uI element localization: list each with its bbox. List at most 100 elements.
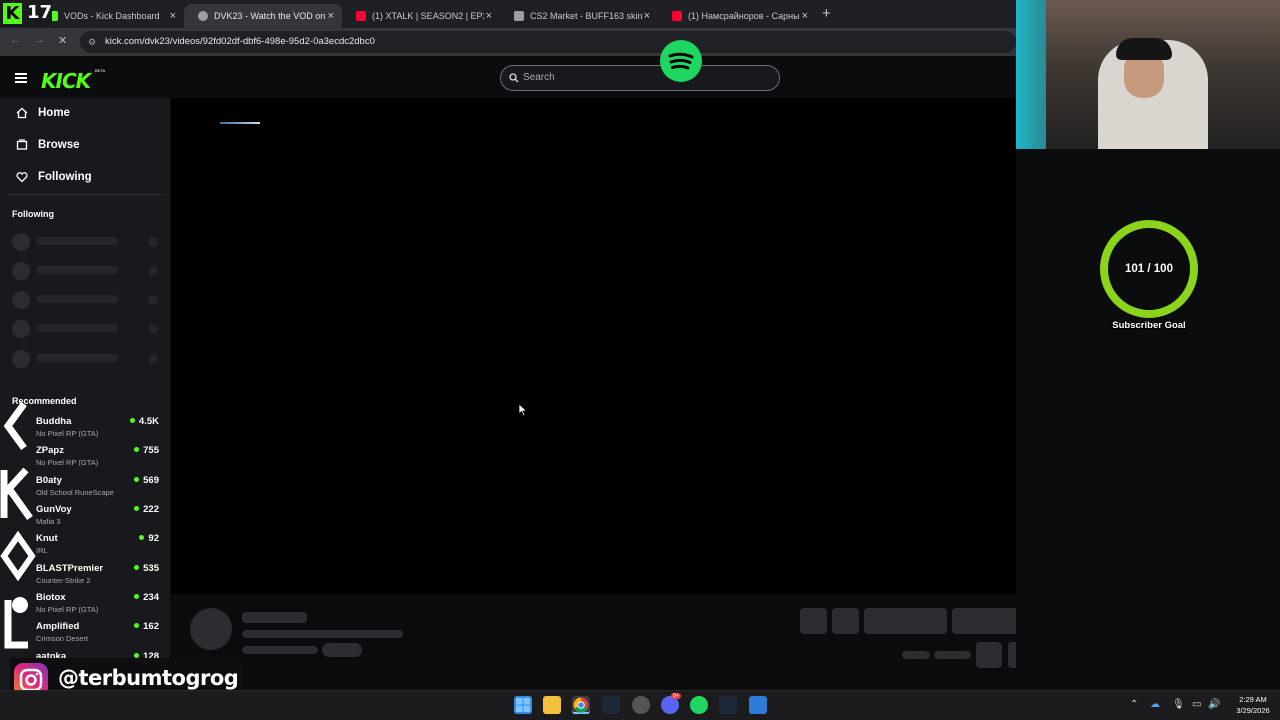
channel-category: No Pixel RP (GTA): [36, 605, 99, 614]
volume-icon[interactable]: 🔊: [1208, 699, 1220, 710]
tab-close-icon[interactable]: ×: [170, 10, 176, 22]
tab-title: DVK23 - Watch the VOD on Kick: [214, 11, 326, 21]
live-dot-icon: [139, 535, 145, 540]
skeleton-title: [242, 612, 307, 623]
channel-category: Mafia 3: [36, 517, 61, 526]
skeleton-button: [864, 608, 947, 634]
sidebar-item-browse[interactable]: Browse: [16, 139, 80, 151]
tab-title: VODs - Kick Dashboard: [64, 11, 160, 21]
new-tab-button[interactable]: +: [822, 5, 831, 22]
file-explorer-icon[interactable]: [543, 696, 561, 714]
viewer-count: 755: [134, 445, 159, 456]
skeleton-button: [832, 608, 859, 634]
channel-name: ZPapz: [36, 445, 64, 456]
steam-taskbar-icon[interactable]: [719, 696, 737, 714]
viewer-count-value: 222: [143, 504, 159, 515]
search-input[interactable]: Search: [500, 65, 780, 91]
tab-close-icon[interactable]: ×: [644, 10, 650, 22]
beta-badge: BETA: [95, 68, 106, 73]
live-dot-icon: [134, 565, 140, 570]
tab-title: (1) Намсрайноров - Сарны сар: [688, 11, 800, 21]
tab-youtube-xtalk[interactable]: (1) XTALK | SEASON2 | EP2 - DE ×: [342, 4, 500, 28]
viewer-count: 535: [134, 563, 159, 574]
overlay-counter: 17: [27, 2, 53, 23]
skeleton-dot: [148, 324, 158, 334]
app-window-icon[interactable]: [749, 696, 767, 714]
tab-close-icon[interactable]: ×: [328, 10, 334, 22]
menu-icon[interactable]: [15, 73, 27, 83]
tab-title: CS2 Market - BUFF163 skin trad: [530, 11, 642, 21]
viewer-count: 162: [134, 621, 159, 632]
microphone-icon[interactable]: 🎙: [1172, 699, 1185, 710]
skeleton-text: [36, 324, 118, 332]
obs-icon[interactable]: [632, 696, 650, 714]
skeleton-avatar: [12, 320, 30, 338]
tab-youtube-music[interactable]: (1) Намсрайноров - Сарны сар ×: [658, 4, 816, 28]
viewer-count-value: 535: [143, 563, 159, 574]
home-icon: [16, 107, 28, 119]
tab-vod-active[interactable]: DVK23 - Watch the VOD on Kick ×: [184, 4, 342, 28]
skeleton-avatar: [12, 233, 30, 251]
live-dot-icon: [134, 623, 140, 628]
skeleton-subtitle: [242, 630, 403, 638]
onedrive-icon[interactable]: ☁: [1150, 699, 1160, 710]
clock[interactable]: 2:29 AM 3/29/2026: [1228, 694, 1278, 716]
chrome-icon[interactable]: [572, 696, 590, 714]
subscriber-goal-count: 101 / 100: [1125, 263, 1173, 275]
site-info-icon[interactable]: ⚙: [88, 31, 96, 53]
tab-close-icon[interactable]: ×: [486, 10, 492, 22]
forward-arrow-icon[interactable]: →: [34, 34, 45, 46]
channel-category: No Pixel RP (GTA): [36, 429, 99, 438]
skeleton-button: [976, 642, 1002, 668]
tab-title: (1) XTALK | SEASON2 | EP2 - DE: [372, 11, 484, 21]
channel-name: B0aty: [36, 475, 62, 486]
channel-category: Counter-Strike 2: [36, 576, 91, 585]
sidebar-item-label: Home: [38, 107, 70, 119]
discord-badge: 9+: [671, 693, 682, 699]
kick-k-logo: K: [3, 3, 22, 24]
channel-name: Knut: [36, 533, 58, 544]
skeleton-dot: [148, 295, 158, 305]
url-text: kick.com/dvk23/videos/92fd02df-dbf6-498e…: [105, 36, 375, 47]
subscriber-goal-label: Subscriber Goal: [1112, 320, 1186, 331]
skeleton-stat: [902, 651, 930, 659]
viewer-count-value: 234: [143, 592, 159, 603]
instagram-handle: @terbumtogrog: [58, 666, 239, 690]
windows-start-icon[interactable]: [514, 696, 532, 714]
tab-close-icon[interactable]: ×: [802, 10, 808, 22]
tray-chevron-icon[interactable]: ⌃: [1130, 699, 1138, 710]
video-player[interactable]: [171, 98, 1053, 594]
skeleton-text: [36, 354, 118, 362]
skeleton-avatar: [12, 291, 30, 309]
browser-tab-strip: VODs - Kick Dashboard × DVK23 - Watch th…: [0, 0, 1016, 28]
steam-icon[interactable]: [602, 696, 620, 714]
spotify-taskbar-icon[interactable]: [690, 696, 708, 714]
browse-icon: [16, 139, 28, 150]
channel-name: Amplified: [36, 621, 80, 632]
skeleton-meta: [242, 646, 318, 654]
back-arrow-icon[interactable]: ←: [10, 34, 21, 46]
discord-icon[interactable]: 9+: [661, 693, 682, 714]
skeleton-dot: [148, 354, 158, 364]
live-dot-icon: [134, 594, 140, 599]
channel-name: Buddha: [36, 416, 72, 427]
viewer-count: 92: [139, 533, 159, 544]
stop-loading-icon[interactable]: ✕: [58, 34, 67, 47]
channel-category: IRL: [36, 546, 48, 555]
address-bar[interactable]: ⚙ kick.com/dvk23/videos/92fd02df-dbf6-49…: [80, 31, 1016, 53]
sidebar-item-label: Browse: [38, 139, 80, 151]
skeleton-avatar: [12, 350, 30, 368]
sidebar-item-home[interactable]: Home: [16, 107, 70, 119]
tab-cs2-market[interactable]: CS2 Market - BUFF163 skin trad ×: [500, 4, 658, 28]
viewer-count: 4.5K: [129, 416, 159, 427]
skeleton-text: [36, 295, 118, 303]
sidebar-item-following[interactable]: Following: [16, 171, 92, 183]
network-icon[interactable]: ▭: [1192, 699, 1201, 710]
kick-logo[interactable]: KICK: [41, 69, 91, 93]
loading-bar: [220, 122, 260, 124]
channel-category: Old School RuneScape: [36, 488, 114, 497]
live-dot-icon: [134, 477, 140, 482]
skeleton-dot: [148, 237, 158, 247]
buff-favicon-icon: [514, 11, 524, 21]
tab-kick-dashboard[interactable]: VODs - Kick Dashboard ×: [34, 4, 184, 28]
